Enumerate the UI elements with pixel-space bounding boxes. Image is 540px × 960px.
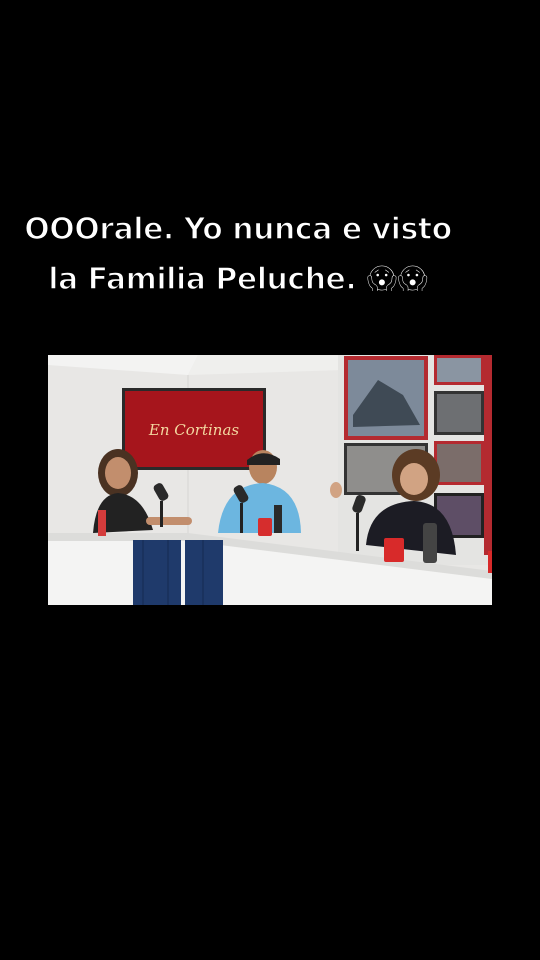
podcast-studio-scene: En Cortinas [48, 355, 492, 605]
video-frame[interactable]: En Cortinas [48, 355, 492, 605]
caption-line-1: OOOrale. Yo nunca e visto [23, 211, 453, 248]
caption-line-2: la Familia Peluche. 😱😱 [47, 261, 429, 298]
en-cortinas-sign: En Cortinas [122, 388, 266, 470]
sign-text: En Cortinas [148, 421, 239, 439]
